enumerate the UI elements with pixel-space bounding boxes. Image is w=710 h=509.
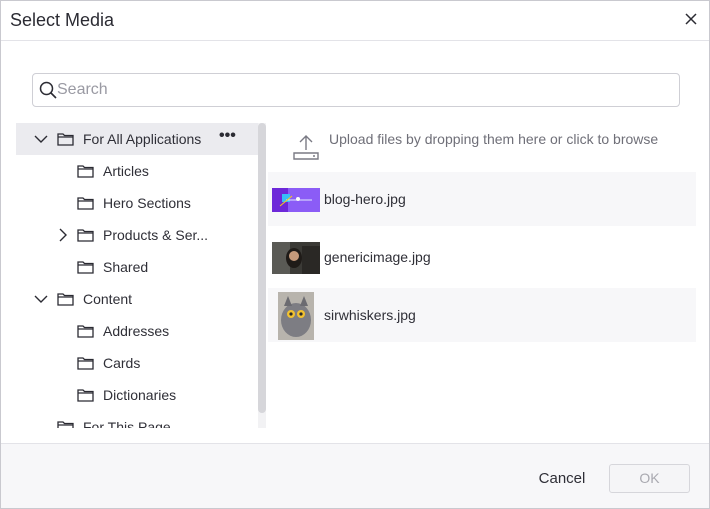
tree-item-label: For This Page [83,419,171,428]
file-item-sirwhiskers[interactable]: sirwhiskers.jpg [268,288,696,342]
upload-icon [293,135,319,160]
file-item-blog-hero[interactable]: blog-hero.jpg [268,172,696,226]
tree-item-label: Content [83,291,133,307]
tree-item-label: Products & Ser... [103,227,209,243]
select-media-dialog: Select Media For All Applications ••• [0,0,710,509]
tree-item-label: Dictionaries [103,387,177,403]
close-button[interactable] [681,9,701,29]
dialog-header: Select Media [1,1,709,41]
tree-item-label: Cards [103,355,141,371]
upload-text: Upload files by dropping them here or cl… [329,131,659,147]
thumbnail-image [272,242,320,274]
folder-tree: For All Applications ••• Articles Hero S… [16,123,258,428]
tree-item-hero-sections[interactable]: Hero Sections [16,187,258,219]
scrollbar-thumb[interactable] [258,123,266,413]
chevron-down-icon[interactable] [34,292,48,306]
tree-item-cards[interactable]: Cards [16,347,258,379]
folder-icon [57,133,74,146]
upload-dropzone[interactable]: Upload files by dropping them here or cl… [291,129,681,165]
folder-icon [77,165,94,178]
dialog-footer: Cancel OK [1,443,709,508]
file-name: genericimage.jpg [324,249,431,265]
tree-item-shared[interactable]: Shared [16,251,258,283]
thumbnail-image [278,292,314,340]
tree-item-addresses[interactable]: Addresses [16,315,258,347]
more-options-button[interactable]: ••• [219,128,239,147]
file-name: blog-hero.jpg [324,191,406,207]
tree-item-label: For All Applications [83,131,202,147]
chevron-down-icon[interactable] [34,132,48,146]
search-input[interactable] [57,74,667,106]
search-icon [39,81,57,99]
search-box[interactable] [32,73,680,107]
tree-item-articles[interactable]: Articles [16,155,258,187]
tree-item-for-this-page[interactable]: For This Page [16,411,258,428]
ok-button[interactable]: OK [609,464,690,493]
tree-item-label: Addresses [103,323,170,339]
tree-item-label: Articles [103,163,149,179]
dialog-title: Select Media [10,10,115,30]
thumbnail-image [272,188,320,212]
file-name: sirwhiskers.jpg [324,307,416,323]
folder-icon [57,293,74,306]
folder-icon [77,197,94,210]
chevron-right-icon[interactable] [56,228,70,242]
folder-icon [77,357,94,370]
folder-icon [57,421,74,428]
tree-scrollbar[interactable] [258,123,266,428]
tree-item-content[interactable]: Content [16,283,258,315]
folder-icon [77,261,94,274]
tree-item-label: Hero Sections [103,195,191,211]
tree-item-dictionaries[interactable]: Dictionaries [16,379,258,411]
tree-item-label: Shared [103,259,149,275]
folder-icon [77,389,94,402]
tree-item-for-all-applications[interactable]: For All Applications ••• [16,123,258,155]
cancel-button[interactable]: Cancel [529,466,595,492]
tree-item-products-services[interactable]: Products & Ser... [16,219,258,251]
folder-icon [77,325,94,338]
folder-icon [77,229,94,242]
file-item-genericimage[interactable]: genericimage.jpg [268,230,696,284]
close-icon [685,13,697,25]
